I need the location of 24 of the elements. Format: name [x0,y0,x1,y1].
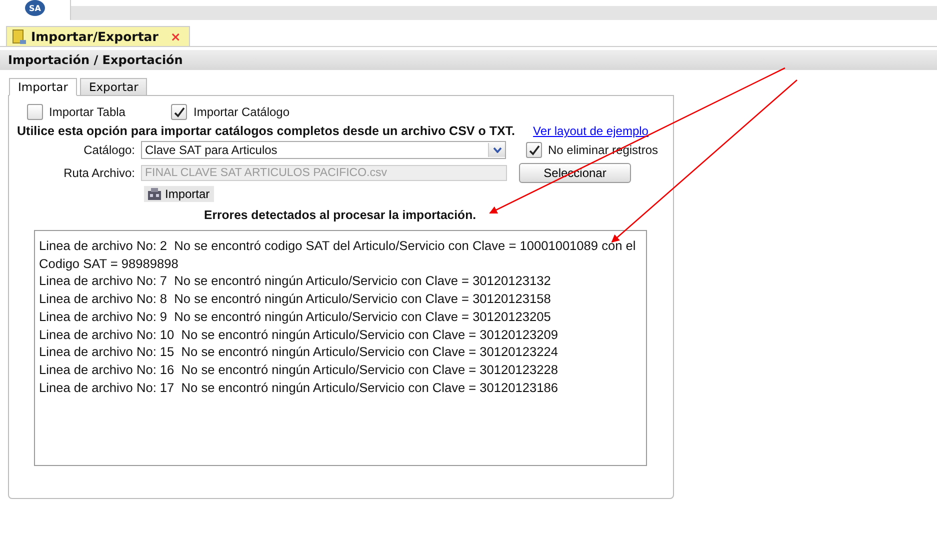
app-logo: SA [25,0,45,16]
document-tab[interactable]: Importar/Exportar × [6,26,190,46]
error-line: Linea de archivo No: 10 No se encontró ningún Articulo/Servicio con Clave = 30120123209 [39,326,559,344]
layout-link[interactable]: Ver layout de ejemplo [533,124,648,138]
error-line: Linea de archivo No: 15 No se encontró ningún Articulo/Servicio con Clave = 30120123224 [39,343,559,361]
errors-title: Errores detectados al procesar la importación. [203,208,477,222]
checkbox-label: Importar Catálogo [193,105,290,119]
catalog-dropdown[interactable]: Clave SAT para Articulos [141,141,506,159]
field-label: Catálogo: [82,143,135,157]
error-line: Linea de archivo No: 9 No se encontró ningún Articulo/Servicio con Clave = 30120123205 [39,308,552,326]
checkbox-label: Importar Tabla [49,105,126,119]
tab[interactable]: Exportar [80,78,148,96]
field-label: Ruta Archivo: [62,166,135,180]
section-header: Importación / Exportación [0,50,937,70]
error-line: Linea de archivo No: 16 No se encontró ningún Articulo/Servicio con Clave = 30120123228 [39,360,559,379]
instructions-text: Utilice esta opción para importar catálogos completos desde un archivo CSV o TXT. [17,124,516,138]
error-line: Linea de archivo No: 7 No se encontró ningún Articulo/Servicio con Clave = 30120123132 [39,272,552,290]
error-line: Linea de archivo No: 17 No se encontró ningún Articulo/Servicio con Clave = 30120123186 [39,378,559,396]
tab[interactable]: Importar [9,78,77,96]
error-line: Linea de archivo No: 2 No se encontró codigo SAT del Articulo/Servicio con Clave = 10001001089 con el Codigo SAT = 98989898 [39,237,637,272]
tab-title: Importar/Exportar [31,29,158,44]
error-line: Linea de archivo No: 8 No se encontró ningún Articulo/Servicio con Clave = 30120123158 [39,290,552,308]
close-icon[interactable]: × [170,29,181,44]
import-button[interactable]: Importar [144,186,214,202]
